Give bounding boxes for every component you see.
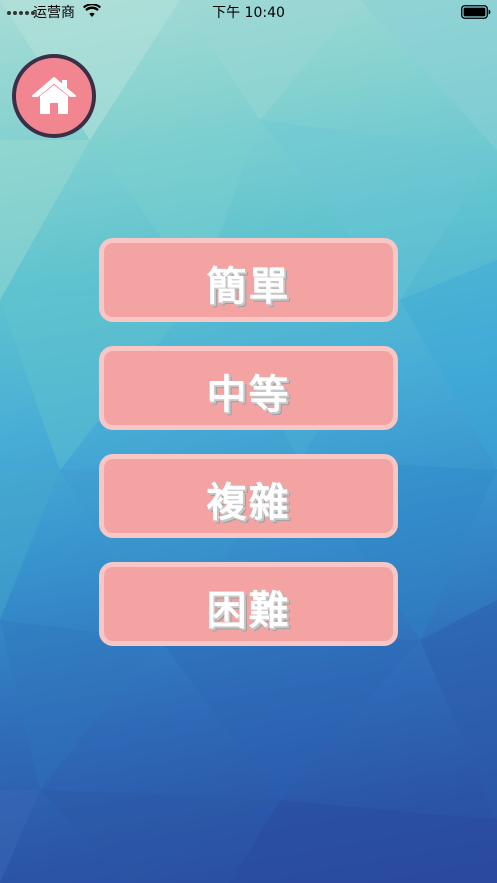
difficulty-hard-button[interactable]: 困難	[99, 562, 398, 646]
difficulty-easy-button[interactable]: 簡單	[99, 238, 398, 322]
status-time: 下午 10:40	[212, 5, 285, 21]
home-button[interactable]	[12, 54, 96, 138]
app-screen: 运营商 下午 10:40 簡單 中等 複雜 困難	[0, 0, 497, 883]
status-bar: 运营商 下午 10:40	[0, 0, 497, 26]
difficulty-easy-label: 簡單	[206, 264, 291, 310]
difficulty-medium-button[interactable]: 中等	[99, 346, 398, 430]
difficulty-hard-label: 困難	[206, 588, 291, 634]
battery-icon	[461, 5, 491, 19]
home-icon	[32, 77, 76, 114]
difficulty-complex-label: 複雜	[206, 480, 291, 526]
difficulty-complex-button[interactable]: 複雜	[99, 454, 398, 538]
difficulty-medium-label: 中等	[206, 372, 291, 418]
